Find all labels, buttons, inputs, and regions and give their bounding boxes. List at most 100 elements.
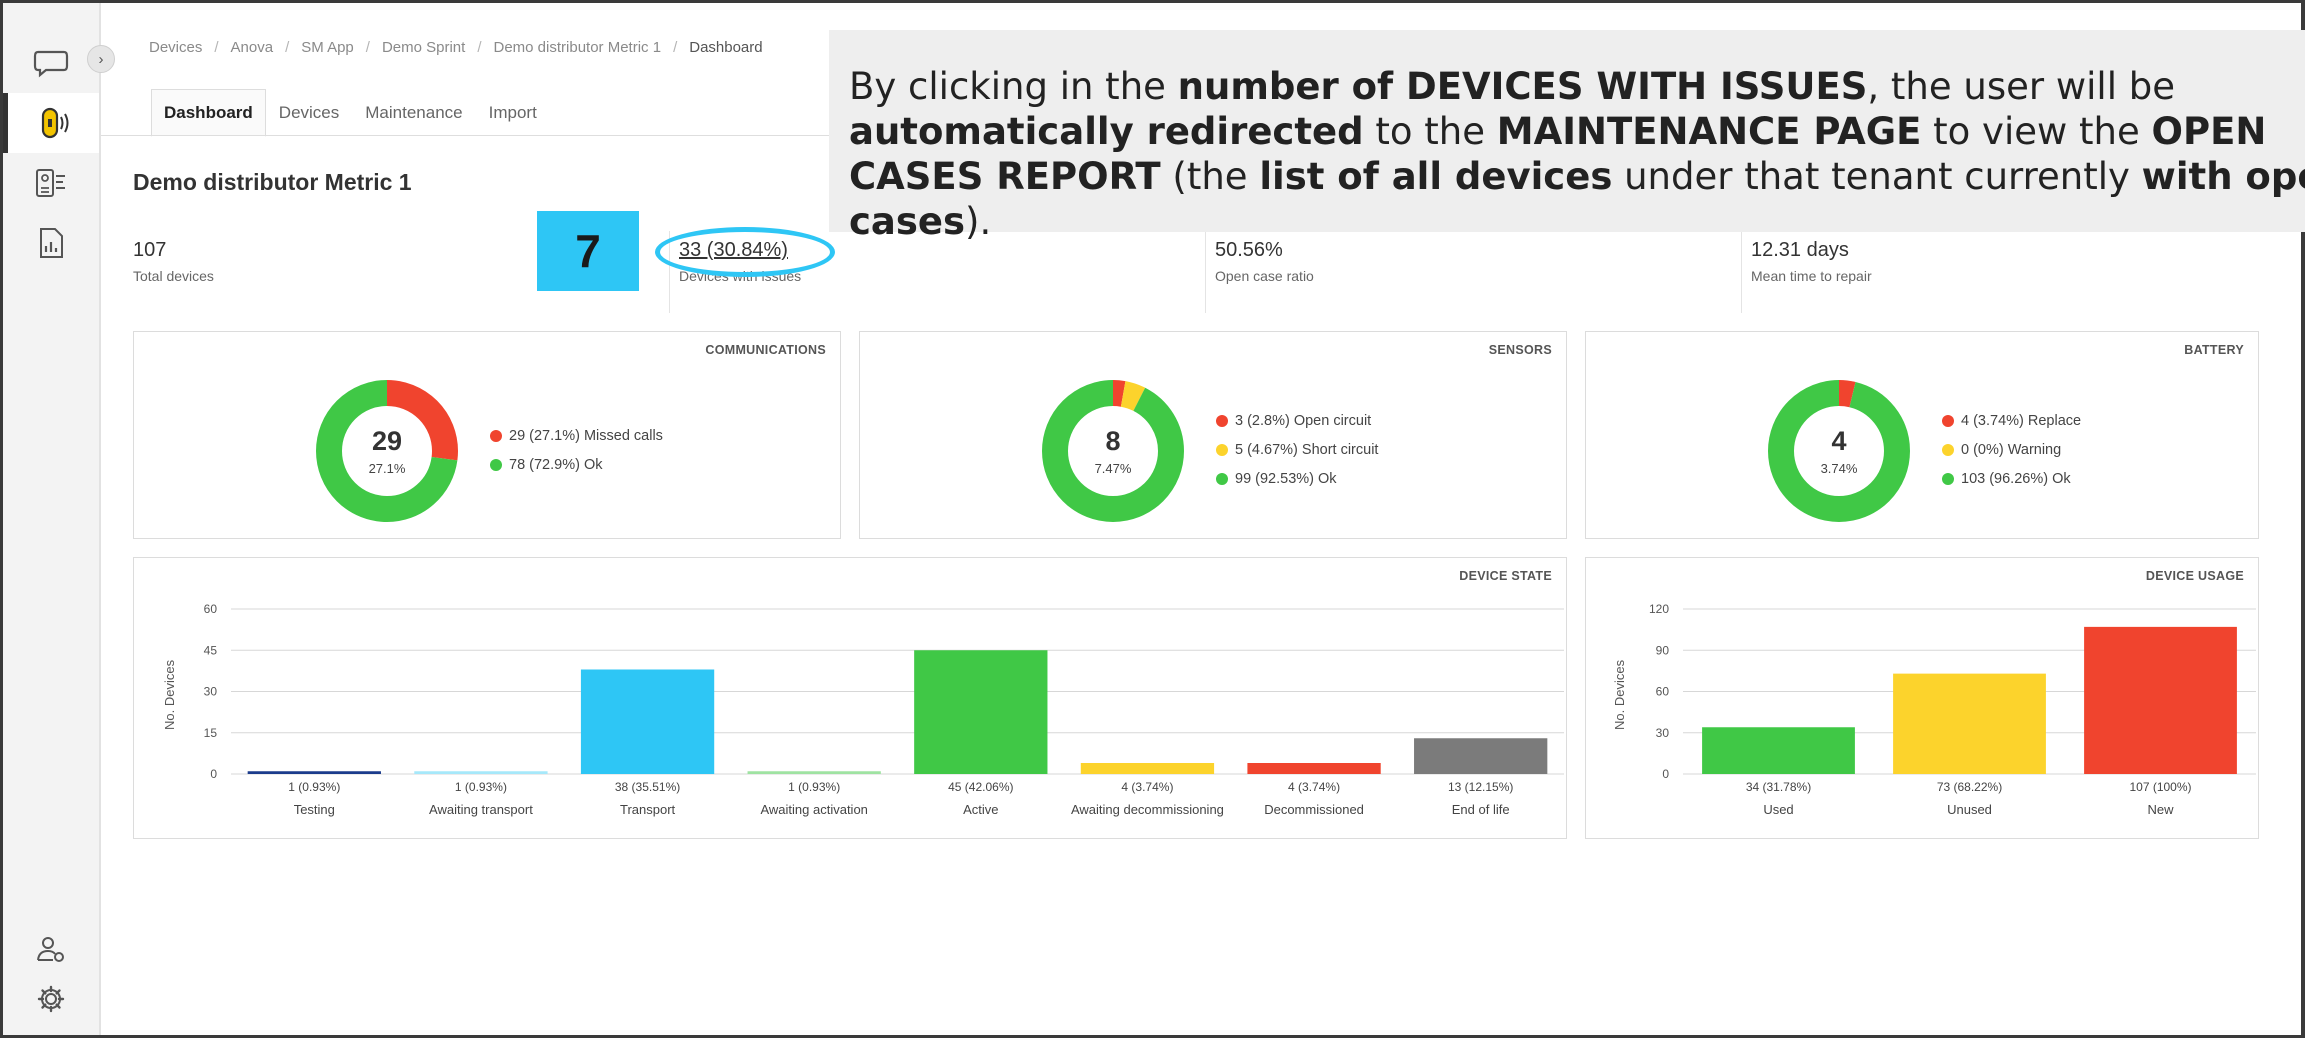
kpi-ratio-value: 50.56% <box>1215 239 1283 261</box>
breadcrumb-sm-app[interactable]: SM App <box>301 39 354 56</box>
step-number-badge: 7 <box>537 211 639 291</box>
device-usage-chart: 0 30 60 90 120 34 (31.78%) Used 73 (68.22%) Unus… <box>1649 602 2256 817</box>
kpi-mean-time-to-repair: 12.31 days Mean time to repair <box>1751 239 1872 315</box>
communications-donut: 29 27.1% <box>312 376 462 526</box>
donut-center-value: 29 <box>371 426 403 456</box>
bar-value-label: 38 (35.51%) <box>615 780 680 794</box>
breadcrumb-demo-sprint[interactable]: Demo Sprint <box>382 39 465 56</box>
callout-text-part: under that tenant currently <box>1612 155 2142 198</box>
bar-value-label: 1 (0.93%) <box>288 780 340 794</box>
legend-item[interactable]: 99 (92.53%) Ok <box>1216 464 1378 493</box>
kpi-divider <box>1741 231 1742 313</box>
bar[interactable] <box>1893 673 2046 774</box>
callout-text-part: list of all devices <box>1259 155 1613 198</box>
legend-item[interactable]: 78 (72.9%) Ok <box>490 450 663 479</box>
donut-center-percent: 27.1% <box>368 461 406 476</box>
bar-value-label: 45 (42.06%) <box>948 780 1013 794</box>
x-tick-label: Testing <box>294 802 335 817</box>
y-tick-label: 45 <box>204 643 218 657</box>
kpi-devices-with-issues[interactable]: 33 (30.84%) Devices with issues <box>679 239 801 315</box>
donut-center-percent: 7.47% <box>1094 461 1132 476</box>
breadcrumb-devices[interactable]: Devices <box>149 39 202 56</box>
device-signal-icon[interactable] <box>3 93 99 153</box>
kpi-total-label: Total devices <box>133 268 214 284</box>
y-tick-label: 90 <box>1656 643 1670 657</box>
x-tick-label: Unused <box>1947 802 1992 817</box>
bar-value-label: 34 (31.78%) <box>1746 780 1811 794</box>
chat-bubble-icon[interactable] <box>3 33 99 93</box>
report-icon[interactable] <box>3 213 99 273</box>
y-tick-label: 120 <box>1649 602 1669 616</box>
callout-text-part: number of DEVICES WITH ISSUES <box>1177 65 1868 108</box>
tab-maintenance[interactable]: Maintenance <box>352 89 475 137</box>
card-title: BATTERY <box>2184 343 2244 357</box>
device-list-icon[interactable] <box>3 153 99 213</box>
donut-center-value: 8 <box>1105 426 1121 456</box>
bar-value-label: 1 (0.93%) <box>788 780 840 794</box>
donut-center-percent: 3.74% <box>1820 461 1858 476</box>
bar[interactable] <box>1414 738 1548 774</box>
bar[interactable] <box>1080 763 1215 774</box>
bar[interactable] <box>747 771 881 774</box>
legend-item[interactable]: 3 (2.8%) Open circuit <box>1216 406 1378 435</box>
bar[interactable] <box>914 650 1048 774</box>
kpi-issues-link[interactable]: 33 (30.84%) <box>679 239 801 262</box>
breadcrumb-anova[interactable]: Anova <box>231 39 274 56</box>
x-tick-label: Decommissioned <box>1264 802 1364 817</box>
breadcrumb-tenant[interactable]: Demo distributor Metric 1 <box>494 39 662 56</box>
callout-text-part: automatically redirected <box>849 110 1364 153</box>
kpi-total-devices: 107 Total devices <box>133 239 214 315</box>
bar-value-label: 107 (100%) <box>2129 780 2191 794</box>
y-tick-label: 30 <box>204 685 218 699</box>
legend-item[interactable]: 103 (96.26%) Ok <box>1942 464 2081 493</box>
tab-dashboard[interactable]: Dashboard <box>151 89 266 137</box>
communications-legend: 29 (27.1%) Missed calls 78 (72.9%) Ok <box>490 421 663 479</box>
app-window: › Devices / Anova / SM App / Demo Sprint / D… <box>0 0 2305 1038</box>
bar[interactable] <box>2084 626 2237 774</box>
kpi-divider <box>669 231 670 313</box>
kpi-total-value: 107 <box>133 239 167 261</box>
x-tick-label: Awaiting transport <box>429 802 533 817</box>
gear-icon[interactable] <box>3 969 99 1029</box>
y-tick-label: 15 <box>204 726 218 740</box>
bar-value-label: 13 (12.15%) <box>1448 780 1513 794</box>
chevron-right-icon[interactable]: › <box>87 45 115 73</box>
tab-import[interactable]: Import <box>476 89 550 137</box>
tab-bar: Dashboard Devices Maintenance Import <box>151 89 550 137</box>
callout-text-part: ). <box>965 200 992 243</box>
legend-item[interactable]: 0 (0%) Warning <box>1942 435 2081 464</box>
card-title: COMMUNICATIONS <box>705 343 826 357</box>
bar[interactable] <box>580 669 715 775</box>
bar[interactable] <box>414 771 548 774</box>
kpi-divider <box>1205 231 1206 313</box>
kpi-open-case-ratio: 50.56% Open case ratio <box>1215 239 1314 315</box>
annotation-callout: By clicking in the number of DEVICES WIT… <box>829 30 2305 243</box>
bar[interactable] <box>247 771 381 774</box>
device-state-chart: 0 15 30 45 60 1 (0.93%) Testing 1 (0.93%) Awaiti… <box>204 602 1564 817</box>
x-tick-label: Awaiting decommissioning <box>1071 802 1224 817</box>
y-tick-label: 60 <box>204 602 218 616</box>
sensors-donut: 8 7.47% <box>1038 376 1188 526</box>
kpi-mttr-value: 12.31 days <box>1751 239 1849 261</box>
page-title: Demo distributor Metric 1 <box>133 169 412 195</box>
y-tick-label: 60 <box>1656 685 1670 699</box>
x-tick-label: Active <box>963 802 998 817</box>
legend-item[interactable]: 29 (27.1%) Missed calls <box>490 421 663 450</box>
callout-text-part: MAINTENANCE PAGE <box>1496 110 1922 153</box>
tab-devices[interactable]: Devices <box>266 89 352 137</box>
communications-card: COMMUNICATIONS 29 27.1% 29 (27.1%) Misse… <box>133 331 841 539</box>
breadcrumb: Devices / Anova / SM App / Demo Sprint / Dem… <box>149 39 763 56</box>
legend-item[interactable]: 5 (4.67%) Short circuit <box>1216 435 1378 464</box>
x-tick-label: Used <box>1763 802 1793 817</box>
callout-text-part: to view the <box>1921 110 2152 153</box>
bar[interactable] <box>1702 727 1855 774</box>
x-tick-label: New <box>2147 802 2174 817</box>
legend-item[interactable]: 4 (3.74%) Replace <box>1942 406 2081 435</box>
x-tick-label: Awaiting activation <box>760 802 867 817</box>
device-usage-card: DEVICE USAGE No. Devices 0 30 60 90 120 34 (3… <box>1585 557 2259 839</box>
callout-text-part: (the <box>1160 155 1260 198</box>
sensors-legend: 3 (2.8%) Open circuit 5 (4.67%) Short ci… <box>1216 406 1378 493</box>
bar[interactable] <box>1247 763 1381 774</box>
card-title: SENSORS <box>1488 343 1552 357</box>
battery-legend: 4 (3.74%) Replace 0 (0%) Warning 103 (96… <box>1942 406 2081 493</box>
